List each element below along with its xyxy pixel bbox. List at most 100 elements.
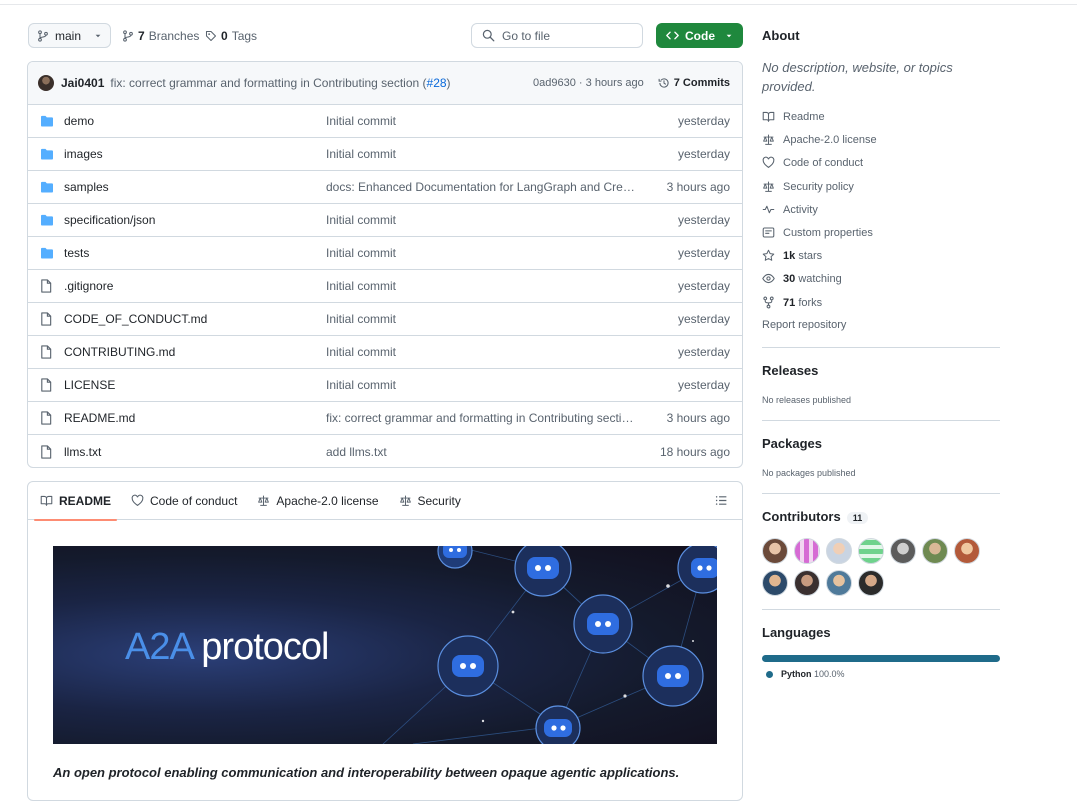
- readme-tabs: README Code of conduct Apache-2.0 licens…: [28, 482, 742, 521]
- star-icon: [762, 249, 775, 261]
- robot-nodes: [437, 546, 717, 744]
- sidebar-watching-link[interactable]: 30 watching: [762, 272, 842, 285]
- commits-history-link[interactable]: 7 Commits: [658, 77, 730, 89]
- releases-heading[interactable]: Releases: [762, 363, 818, 378]
- file-name[interactable]: .gitignore: [64, 279, 321, 293]
- forks-count: 71: [783, 296, 796, 309]
- banner-a2a-text: A2A: [125, 626, 193, 668]
- file-commit-message[interactable]: fix: correct grammar and formatting in C…: [326, 411, 636, 425]
- sidebar-stars-link[interactable]: 1k stars: [762, 249, 822, 262]
- go-to-file-input[interactable]: Go to file: [471, 23, 643, 48]
- file-name[interactable]: specification/json: [64, 213, 321, 227]
- caret-down-icon: [726, 34, 732, 37]
- file-row[interactable]: .gitignore Initial commit yesterday: [28, 270, 742, 303]
- branches-link[interactable]: 7 Branches: [122, 29, 199, 43]
- file-commit-message[interactable]: Initial commit: [326, 345, 636, 359]
- commit-author[interactable]: Jai0401: [61, 76, 104, 90]
- commits-count-label: 7 Commits: [673, 77, 730, 89]
- list-icon[interactable]: [715, 494, 728, 507]
- file-commit-message[interactable]: Initial commit: [326, 279, 636, 293]
- tab-code-of-conduct[interactable]: Code of conduct: [131, 482, 237, 520]
- file-row[interactable]: specification/json Initial commit yesterda…: [28, 204, 742, 237]
- tags-count: 0: [221, 29, 228, 43]
- author-avatar[interactable]: [38, 75, 54, 91]
- file-row[interactable]: demo Initial commit yesterday: [28, 105, 742, 138]
- sidebar-custom-properties-link[interactable]: Custom properties: [762, 226, 873, 239]
- readme-panel: README Code of conduct Apache-2.0 licens…: [27, 481, 743, 801]
- file-commit-message[interactable]: Initial commit: [326, 378, 636, 392]
- file-commit-message[interactable]: Initial commit: [326, 114, 636, 128]
- commit-pr-link[interactable]: #28: [427, 76, 447, 90]
- file-commit-message[interactable]: Initial commit: [326, 312, 636, 326]
- code-button[interactable]: Code: [656, 23, 743, 48]
- language-legend-python[interactable]: Python 100.0%: [766, 669, 845, 679]
- file-name[interactable]: samples: [64, 180, 321, 194]
- contributor-avatar[interactable]: [826, 570, 852, 596]
- contributor-avatar[interactable]: [762, 570, 788, 596]
- tab-readme[interactable]: README: [33, 482, 118, 521]
- contributor-avatar[interactable]: [858, 538, 884, 564]
- contributors-heading[interactable]: Contributors 11: [762, 509, 869, 524]
- tab-license[interactable]: Apache-2.0 license: [257, 482, 379, 520]
- branches-label: Branches: [148, 29, 200, 43]
- file-row[interactable]: tests Initial commit yesterday: [28, 237, 742, 270]
- heart-handshake-icon: [762, 156, 775, 168]
- report-repository-label: Report repository: [762, 319, 847, 331]
- about-description: No description, website, or topics provi…: [762, 60, 953, 94]
- languages-heading: Languages: [762, 625, 831, 640]
- file-row[interactable]: README.md fix: correct grammar and format…: [28, 402, 742, 435]
- contributor-avatar[interactable]: [890, 538, 916, 564]
- contributor-avatar[interactable]: [826, 538, 852, 564]
- tab-security-label: Security: [417, 493, 461, 508]
- law-icon: [258, 495, 270, 506]
- sidebar-forks-link[interactable]: 71 forks: [762, 296, 822, 309]
- file-name[interactable]: images: [64, 147, 321, 161]
- file-name[interactable]: llms.txt: [64, 445, 321, 459]
- sidebar-security-link[interactable]: Security policy: [762, 180, 854, 193]
- branch-selector[interactable]: main: [28, 23, 111, 48]
- file-commit-message[interactable]: Initial commit: [326, 246, 636, 260]
- file-name[interactable]: tests: [64, 246, 321, 260]
- sidebar-divider: [762, 493, 1000, 494]
- contributor-avatar[interactable]: [794, 570, 820, 596]
- file-name[interactable]: LICENSE: [64, 378, 321, 392]
- packages-heading[interactable]: Packages: [762, 436, 822, 451]
- file-commit-time: yesterday: [677, 246, 730, 260]
- file-icon: [40, 345, 56, 359]
- contributor-avatar[interactable]: [858, 570, 884, 596]
- sidebar-license-link[interactable]: Apache-2.0 license: [762, 133, 877, 146]
- stars-count: 1k: [783, 249, 796, 262]
- folder-icon: [40, 181, 56, 193]
- pulse-icon: [762, 205, 775, 214]
- tab-security[interactable]: Security: [399, 482, 461, 520]
- file-row[interactable]: LICENSE Initial commit yesterday: [28, 369, 742, 402]
- file-name[interactable]: CODE_OF_CONDUCT.md: [64, 312, 321, 326]
- file-commit-message[interactable]: docs: Enhanced Documentation for LangGra…: [326, 180, 636, 194]
- file-commit-message[interactable]: Initial commit: [326, 213, 636, 227]
- commit-message[interactable]: fix: correct grammar and formatting in C…: [110, 76, 533, 90]
- file-row[interactable]: samples docs: Enhanced Documentation for …: [28, 171, 742, 204]
- sidebar-conduct-link[interactable]: Code of conduct: [762, 156, 863, 169]
- report-repository-link[interactable]: Report repository: [762, 319, 846, 331]
- contributor-avatar[interactable]: [794, 538, 820, 564]
- sidebar-readme-link[interactable]: Readme: [762, 110, 825, 123]
- commit-sha[interactable]: 0ad9630 · 3 hours ago: [533, 77, 644, 89]
- contributor-avatar[interactable]: [954, 538, 980, 564]
- file-commit-time: yesterday: [677, 378, 730, 392]
- file-row[interactable]: CODE_OF_CONDUCT.md Initial commit yesterda…: [28, 303, 742, 336]
- file-commit-message[interactable]: add llms.txt: [326, 445, 636, 459]
- tags-link[interactable]: 0 Tags: [205, 29, 257, 43]
- contributor-avatar[interactable]: [922, 538, 948, 564]
- file-row[interactable]: CONTRIBUTING.md Initial commit yesterday: [28, 336, 742, 369]
- contributor-avatar[interactable]: [762, 538, 788, 564]
- file-name[interactable]: CONTRIBUTING.md: [64, 345, 321, 359]
- go-to-file-placeholder: Go to file: [502, 28, 551, 43]
- file-row[interactable]: images Initial commit yesterday: [28, 138, 742, 171]
- sidebar-activity-link[interactable]: Activity: [762, 203, 818, 216]
- sidebar-readme-label: Readme: [783, 110, 825, 123]
- file-name[interactable]: demo: [64, 114, 321, 128]
- file-commit-message[interactable]: Initial commit: [326, 147, 636, 161]
- readme-banner-image: A2A protocol: [53, 546, 717, 744]
- file-name[interactable]: README.md: [64, 411, 321, 425]
- file-row[interactable]: llms.txt add llms.txt 18 hours ago: [28, 435, 742, 467]
